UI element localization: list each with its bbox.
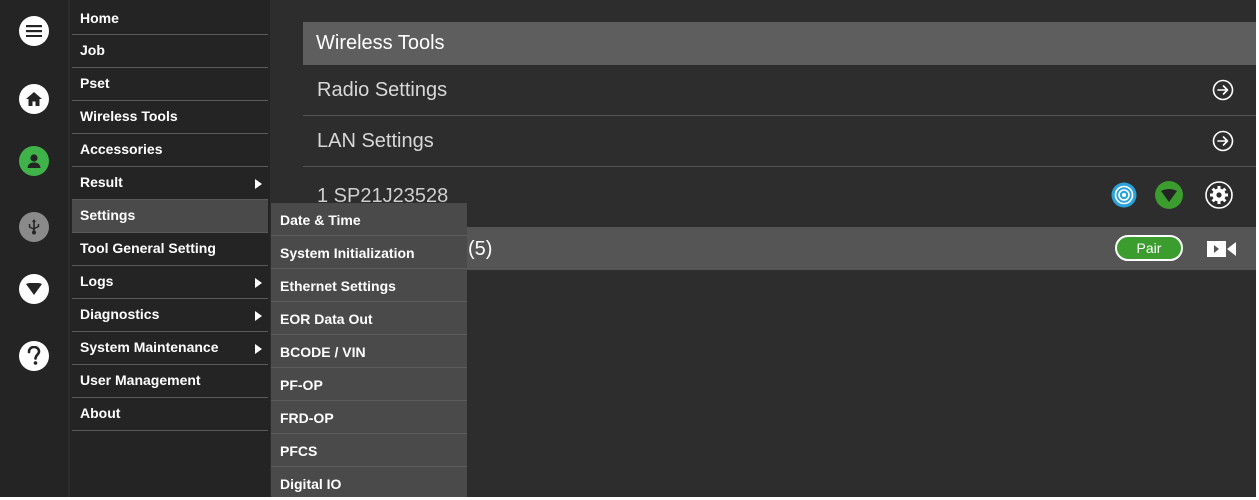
submenu-item-label: Digital IO bbox=[280, 476, 342, 492]
submenu-item-bcode-vin[interactable]: BCODE / VIN bbox=[271, 335, 467, 368]
submenu-item-pfcs[interactable]: PFCS bbox=[271, 434, 467, 467]
gear-icon[interactable] bbox=[1205, 181, 1233, 209]
user-icon[interactable] bbox=[19, 146, 49, 176]
menu-item-label: Job bbox=[80, 42, 105, 58]
page-title: Wireless Tools bbox=[316, 32, 445, 54]
menu-item-diagnostics[interactable]: Diagnostics bbox=[72, 299, 268, 332]
submenu-item-label: System Initialization bbox=[280, 245, 415, 261]
menu-item-label: Settings bbox=[80, 207, 136, 223]
pair-button[interactable]: Pair bbox=[1115, 235, 1183, 261]
settings-submenu: Date & Time System Initialization Ethern… bbox=[271, 203, 467, 497]
submenu-item-eor-data-out[interactable]: EOR Data Out bbox=[271, 302, 467, 335]
submenu-item-pf-op[interactable]: PF-OP bbox=[271, 368, 467, 401]
pair-row-label: (5) bbox=[468, 238, 493, 260]
radio-settings-label: Radio Settings bbox=[317, 79, 448, 101]
radio-settings-row[interactable]: Radio Settings bbox=[303, 65, 1256, 116]
wifi-status-icon bbox=[1155, 181, 1183, 209]
menu-item-job[interactable]: Job bbox=[72, 35, 268, 68]
submenu-item-label: Ethernet Settings bbox=[280, 278, 396, 294]
submenu-item-digital-io[interactable]: Digital IO bbox=[271, 467, 467, 497]
submenu-item-label: FRD-OP bbox=[280, 410, 334, 426]
submenu-item-frd-op[interactable]: FRD-OP bbox=[271, 401, 467, 434]
menu-item-accessories[interactable]: Accessories bbox=[72, 134, 268, 167]
main-menu: Home Job Pset Wireless Tools Accessories… bbox=[70, 0, 270, 497]
submenu-arrow-icon bbox=[255, 278, 262, 288]
menu-item-wireless-tools[interactable]: Wireless Tools bbox=[72, 101, 268, 134]
menu-item-result[interactable]: Result bbox=[72, 167, 268, 200]
home-icon[interactable] bbox=[19, 84, 49, 114]
menu-item-home[interactable]: Home bbox=[72, 2, 268, 35]
menu-item-label: Diagnostics bbox=[80, 306, 160, 322]
signal-icon[interactable] bbox=[1111, 182, 1137, 208]
menu-item-label: Wireless Tools bbox=[80, 108, 178, 124]
camera-icon[interactable] bbox=[1207, 240, 1237, 258]
page-title-bar: Wireless Tools bbox=[303, 22, 1256, 65]
submenu-item-label: BCODE / VIN bbox=[280, 344, 366, 360]
submenu-item-label: Date & Time bbox=[280, 212, 361, 228]
submenu-item-label: PF-OP bbox=[280, 377, 323, 393]
lan-settings-row[interactable]: LAN Settings bbox=[303, 116, 1256, 167]
submenu-arrow-icon bbox=[255, 179, 262, 189]
submenu-item-date-time[interactable]: Date & Time bbox=[271, 203, 467, 236]
menu-item-label: Logs bbox=[80, 273, 114, 289]
menu-item-label: Tool General Setting bbox=[80, 240, 216, 256]
submenu-item-system-initialization[interactable]: System Initialization bbox=[271, 236, 467, 269]
menu-item-label: System Maintenance bbox=[80, 339, 219, 355]
arrow-right-circle-icon[interactable] bbox=[1212, 130, 1234, 152]
icon-rail bbox=[0, 0, 68, 497]
lan-settings-label: LAN Settings bbox=[317, 130, 434, 152]
menu-item-user-management[interactable]: User Management bbox=[72, 365, 268, 398]
submenu-item-label: EOR Data Out bbox=[280, 311, 373, 327]
menu-item-label: Result bbox=[80, 174, 123, 190]
help-icon[interactable] bbox=[19, 341, 49, 371]
usb-icon[interactable] bbox=[19, 212, 49, 242]
menu-item-pset[interactable]: Pset bbox=[72, 68, 268, 101]
menu-item-tool-general-setting[interactable]: Tool General Setting bbox=[72, 233, 268, 266]
wifi-icon[interactable] bbox=[19, 274, 49, 304]
menu-item-logs[interactable]: Logs bbox=[72, 266, 268, 299]
menu-item-label: User Management bbox=[80, 372, 201, 388]
menu-item-about[interactable]: About bbox=[72, 398, 268, 431]
arrow-right-circle-icon[interactable] bbox=[1212, 79, 1234, 101]
menu-icon[interactable] bbox=[19, 16, 49, 46]
menu-item-system-maintenance[interactable]: System Maintenance bbox=[72, 332, 268, 365]
menu-item-label: About bbox=[80, 405, 121, 421]
submenu-item-label: PFCS bbox=[280, 443, 318, 459]
submenu-arrow-icon bbox=[255, 311, 262, 321]
submenu-item-ethernet-settings[interactable]: Ethernet Settings bbox=[271, 269, 467, 302]
submenu-arrow-icon bbox=[255, 344, 262, 354]
menu-item-settings[interactable]: Settings bbox=[72, 200, 268, 233]
menu-item-label: Pset bbox=[80, 75, 110, 91]
menu-item-label: Accessories bbox=[80, 141, 163, 157]
app-window: Home Job Pset Wireless Tools Accessories… bbox=[0, 0, 1256, 497]
menu-item-label: Home bbox=[80, 10, 119, 26]
